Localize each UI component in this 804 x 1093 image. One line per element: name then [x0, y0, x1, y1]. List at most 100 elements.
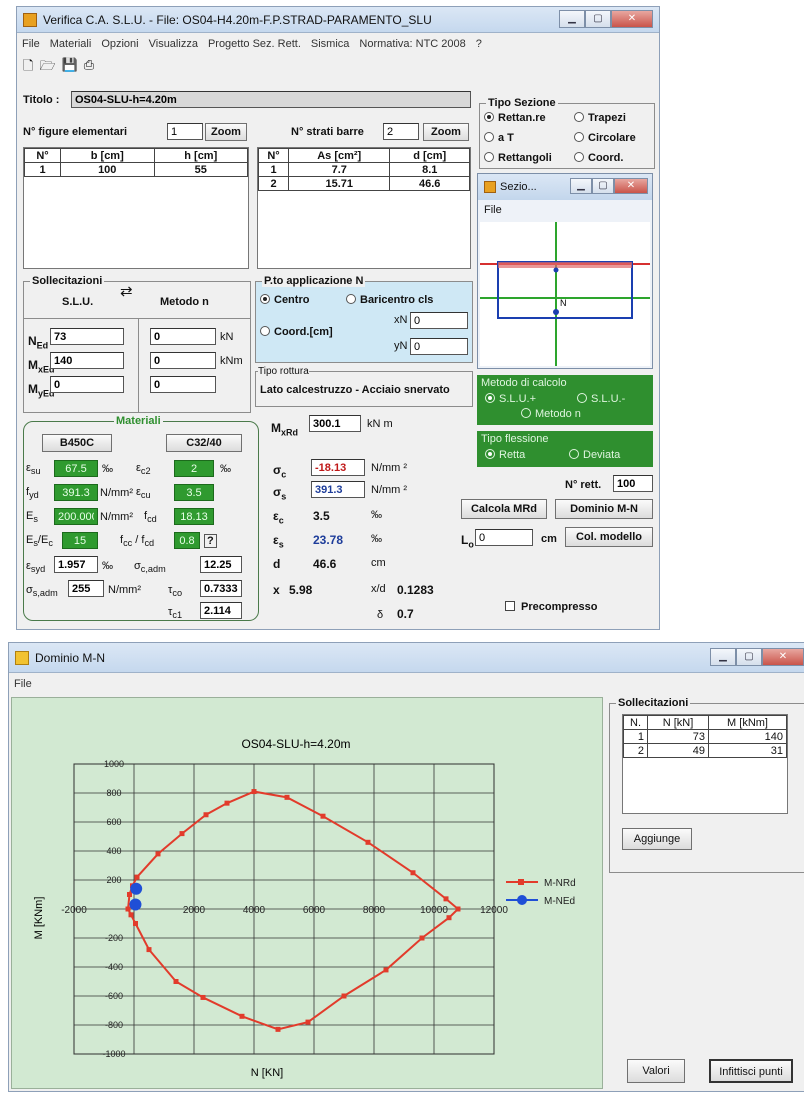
ec2-input[interactable] [174, 460, 214, 477]
es-input[interactable] [54, 508, 98, 525]
table-cell[interactable]: 1 [623, 729, 648, 744]
table-cell[interactable]: 55 [153, 162, 248, 177]
precompresso-checkbox[interactable]: Precompresso [505, 601, 597, 613]
ned-slu-input[interactable] [50, 328, 124, 345]
print-icon[interactable]: ⎙ [84, 57, 94, 79]
zoom-strati-button[interactable]: Zoom [423, 123, 469, 141]
sezione-titlebar[interactable]: Sezio... ▁ ▢ ✕ [478, 174, 652, 200]
menu-progetto[interactable]: Progetto Sez. Rett. [208, 38, 301, 50]
table-cell[interactable]: 15.71 [287, 176, 391, 191]
mxed-slu-input[interactable] [50, 352, 124, 369]
radio-centro[interactable]: Centro [260, 294, 309, 306]
infittisci-punti-button[interactable]: Infittisci punti [709, 1059, 793, 1083]
valori-button[interactable]: Valori [627, 1059, 685, 1083]
table-row[interactable]: 1 100 55 [24, 162, 248, 177]
menu-opzioni[interactable]: Opzioni [101, 38, 138, 50]
menu-sismica[interactable]: Sismica [311, 38, 350, 50]
menu-normativa[interactable]: Normativa: NTC 2008 [359, 38, 465, 50]
steel-grade-button[interactable]: B450C [42, 434, 112, 452]
minimize-icon[interactable]: ▁ [559, 10, 585, 28]
lo-input[interactable] [475, 529, 533, 546]
myed-n-input[interactable] [150, 376, 216, 393]
table-cell[interactable]: 7.7 [287, 162, 391, 177]
table-cell[interactable]: 1 [258, 162, 289, 177]
save-icon[interactable]: 💾 [62, 57, 78, 79]
verifica-titlebar[interactable]: Verifica C.A. S.L.U. - File: OS04-H4.20m… [17, 7, 659, 33]
close-icon[interactable]: ✕ [614, 178, 648, 194]
maximize-icon[interactable]: ▢ [585, 10, 611, 28]
tc1-input[interactable] [200, 602, 242, 619]
close-icon[interactable]: ✕ [762, 648, 804, 666]
menu-file[interactable]: File [22, 38, 40, 50]
table-cell[interactable]: 1 [24, 162, 61, 177]
table-cell[interactable]: 31 [708, 743, 787, 758]
es-ec-input[interactable] [62, 532, 98, 549]
zoom-figure-button[interactable]: Zoom [205, 123, 247, 141]
fcd-input[interactable] [174, 508, 214, 525]
fcc-help-icon[interactable]: ? [204, 534, 217, 548]
sezione-menu-file[interactable]: File [478, 200, 652, 220]
ecu-input[interactable] [174, 484, 214, 501]
radio-rettangoli[interactable]: Rettangoli [484, 152, 552, 164]
menu-visualizza[interactable]: Visualizza [149, 38, 198, 50]
concrete-grade-button[interactable]: C32/40 [166, 434, 242, 452]
table-cell[interactable]: 8.1 [389, 162, 470, 177]
radio-deviata[interactable]: Deviata [569, 449, 620, 461]
radio-rettanre[interactable]: Rettan.re [484, 112, 546, 124]
radio-coord-cm[interactable]: Coord.[cm] [260, 326, 333, 338]
strati-count-input[interactable] [383, 123, 419, 140]
maximize-icon[interactable]: ▢ [736, 648, 762, 666]
menu-file[interactable]: File [14, 678, 32, 690]
table-cell[interactable]: 2 [623, 743, 648, 758]
table-row[interactable]: 1 7.7 8.1 [258, 162, 470, 177]
aggiunge-button[interactable]: Aggiunge [622, 828, 692, 850]
table-cell[interactable]: 46.6 [389, 176, 470, 191]
calcola-mrd-button[interactable]: Calcola MRd [461, 499, 547, 519]
close-icon[interactable]: ✕ [611, 10, 653, 28]
radio-metodo-n[interactable]: Metodo n [521, 408, 581, 420]
menu-materiali[interactable]: Materiali [50, 38, 92, 50]
table-cell[interactable]: 73 [646, 729, 710, 744]
table-cell[interactable]: 49 [646, 743, 710, 758]
open-folder-icon[interactable]: 🗁 [39, 57, 55, 79]
myed-slu-input[interactable] [50, 376, 124, 393]
table-cell[interactable]: 140 [708, 729, 787, 744]
radio-slu-minus[interactable]: S.L.U.- [577, 393, 625, 405]
mxed-n-input[interactable] [150, 352, 216, 369]
sc-adm-input[interactable] [200, 556, 242, 573]
figure-count-input[interactable] [167, 123, 203, 140]
n-rett-input[interactable] [613, 475, 653, 492]
radio-circolare[interactable]: Circolare [574, 132, 636, 144]
ned-n-input[interactable] [150, 328, 216, 345]
radio-slu-plus[interactable]: S.L.U.+ [485, 393, 536, 405]
table-cell[interactable]: 100 [60, 162, 155, 177]
radio-baricentro[interactable]: Baricentro cls [346, 294, 433, 306]
esu-input[interactable] [54, 460, 98, 477]
radio-trapezi[interactable]: Trapezi [574, 112, 626, 124]
minimize-icon[interactable]: ▁ [710, 648, 736, 666]
radio-coord[interactable]: Coord. [574, 152, 623, 164]
table-row[interactable]: 1 73 140 [623, 729, 787, 744]
maximize-icon[interactable]: ▢ [592, 178, 614, 194]
dominio-mn-button[interactable]: Dominio M-N [555, 499, 653, 519]
dominio-titlebar[interactable]: Dominio M-N ▁ ▢ ✕ [9, 643, 804, 673]
fyd-input[interactable] [54, 484, 98, 501]
titolo-input[interactable] [71, 91, 471, 108]
table-cell[interactable]: 2 [258, 176, 289, 191]
table-row[interactable]: 2 49 31 [623, 743, 787, 758]
xn-input[interactable] [410, 312, 468, 329]
yn-input[interactable] [410, 338, 468, 355]
ss-adm-input[interactable] [68, 580, 104, 597]
radio-a-t[interactable]: a T [484, 132, 514, 144]
new-file-icon[interactable]: 🗋 [23, 57, 33, 79]
col-modello-button[interactable]: Col. modello [565, 527, 653, 547]
radio-retta[interactable]: Retta [485, 449, 525, 461]
fcc-fcd-input[interactable] [174, 532, 200, 549]
esyd-input[interactable] [54, 556, 98, 573]
tco-input[interactable] [200, 580, 242, 597]
transfer-arrows-icon[interactable]: ⇄ [120, 284, 133, 299]
table-row[interactable]: 2 15.71 46.6 [258, 176, 470, 191]
menu-help[interactable]: ? [476, 38, 482, 50]
table-header: N° [258, 148, 289, 163]
minimize-icon[interactable]: ▁ [570, 178, 592, 194]
